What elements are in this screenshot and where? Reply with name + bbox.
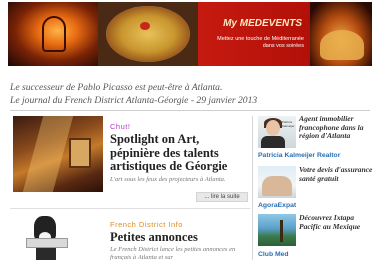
page-headline: Le successeur de Pablo Picasso est peut-…: [10, 81, 372, 107]
ad-link[interactable]: AgoraExpat: [258, 202, 296, 209]
realtor-photo[interactable]: Patricia Kalmeijer: [258, 116, 296, 148]
art-spotlight-image[interactable]: [13, 116, 103, 192]
ad-link[interactable]: Club Med: [258, 251, 289, 258]
beach-photo[interactable]: [258, 214, 296, 246]
dancer-image: [310, 2, 372, 66]
banner-promo-panel: My MEDEVENTS Mettez une touche de Médite…: [198, 2, 310, 66]
article-kicker: French District Info: [110, 220, 183, 229]
article-title-link[interactable]: Spotlight on Art, pépinière des talents …: [110, 132, 248, 174]
banner-title: My MEDEVENTS: [223, 18, 302, 29]
realtor-photo-caption: Patricia Kalmeijer: [282, 120, 295, 128]
ad-title[interactable]: Votre devis d'assurance santé gratuit: [299, 165, 375, 183]
headline-line-1: Le successeur de Pablo Picasso est peut-…: [10, 82, 223, 93]
headline-line-2: Le journal du French District Atlanta-Gé…: [10, 95, 258, 106]
dog-newspaper-image[interactable]: [22, 214, 72, 260]
article-teaser: Le French District lance les petites ann…: [110, 246, 236, 260]
lantern-image: [8, 2, 98, 66]
food-dish-image: [98, 2, 198, 66]
read-more-button[interactable]: ... lire la suite: [196, 192, 248, 202]
banner-tagline: Mettez une touche de Méditerranée dans v…: [217, 36, 304, 49]
ad-link[interactable]: Patricia Kalmeijer Realtor: [258, 152, 340, 159]
article-divider: [10, 208, 250, 209]
divider: [10, 110, 370, 111]
article-teaser: L'art sous les feux des projecteurs à At…: [110, 176, 226, 183]
top-banner[interactable]: My MEDEVENTS Mettez une touche de Médite…: [8, 2, 372, 66]
article-kicker: Chut!: [110, 122, 131, 131]
ad-title[interactable]: Agent immobilier francophone dans la rég…: [299, 114, 375, 141]
article-title-link[interactable]: Petites annonces: [110, 230, 248, 245]
column-separator: [252, 116, 253, 260]
ad-title[interactable]: Découvrez Ixtapa Pacific au Mexique: [299, 213, 375, 231]
family-photo[interactable]: [258, 166, 296, 198]
